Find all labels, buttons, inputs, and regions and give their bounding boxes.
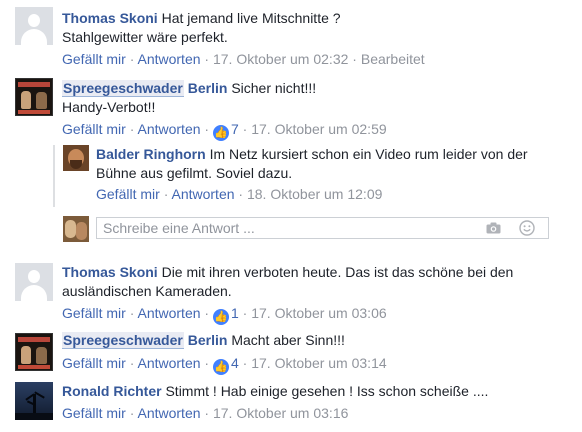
avatar[interactable] (15, 7, 53, 45)
comment-text: Macht aber Sinn!!! (231, 332, 345, 348)
like-count[interactable]: 7 (231, 121, 239, 137)
reply-link[interactable]: Antworten (171, 186, 234, 202)
smiley-icon[interactable] (519, 220, 535, 236)
comment-author-suffix[interactable]: Berlin (188, 80, 228, 96)
comment-author[interactable]: Spreegeschwader (62, 332, 184, 349)
like-link[interactable]: Gefällt mir (62, 51, 126, 67)
comment-timestamp[interactable]: 18. Oktober um 12:09 (247, 186, 382, 202)
reply-link[interactable]: Antworten (137, 51, 200, 67)
comment-text: Stimmt ! Hab einige gesehen ! Iss schon … (165, 383, 489, 399)
comment-author[interactable]: Thomas Skoni (62, 264, 158, 280)
comment-author[interactable]: Ronald Richter (62, 383, 162, 399)
camera-icon[interactable] (486, 222, 501, 234)
comment-body: Ronald Richter Stimmt ! Hab einige geseh… (62, 382, 488, 401)
comment-body: Thomas Skoni Die mit ihren verboten heut… (62, 263, 513, 282)
comment-timestamp[interactable]: 17. Oktober um 02:59 (251, 121, 386, 137)
avatar[interactable] (15, 333, 53, 371)
reply-link[interactable]: Antworten (137, 121, 200, 137)
comment-text-line2: ausländischen Kameraden. (62, 283, 232, 299)
avatar[interactable] (15, 382, 53, 420)
comment-body: Spreegeschwader Berlin Macht aber Sinn!!… (62, 331, 345, 350)
like-count[interactable]: 1 (231, 305, 239, 321)
like-link[interactable]: Gefällt mir (62, 305, 126, 321)
like-count[interactable]: 4 (231, 355, 239, 371)
comment-body: Balder Ringhorn Im Netz kursiert schon e… (96, 145, 528, 164)
comment-actions: Gefällt mir · Antworten · 18. Oktober um… (96, 186, 383, 202)
comment-text-line2: Stahlgewitter wäre perfekt. (62, 29, 228, 45)
comment-timestamp[interactable]: 17. Oktober um 02:32 (213, 51, 348, 67)
comment-author[interactable]: Thomas Skoni (62, 10, 158, 26)
thumbs-up-icon[interactable]: 👍 (212, 309, 229, 325)
comment-actions: Gefällt mir · Antworten · 👍 4 · 17. Oktob… (62, 355, 387, 375)
avatar[interactable] (63, 145, 89, 171)
comment-actions: Gefällt mir · Antworten · 👍 7 · 17. Oktob… (62, 121, 387, 141)
comment-text-line2: Handy-Verbot!! (62, 99, 156, 115)
like-link[interactable]: Gefällt mir (62, 405, 126, 421)
like-link[interactable]: Gefällt mir (62, 121, 126, 137)
reply-thread-line (53, 145, 55, 207)
comment-body: Thomas Skoni Hat jemand live Mitschnitte… (62, 9, 341, 28)
comment-timestamp[interactable]: 17. Oktober um 03:16 (213, 405, 348, 421)
avatar[interactable] (15, 263, 53, 301)
reply-link[interactable]: Antworten (137, 305, 200, 321)
reply-input[interactable]: Schreibe eine Antwort ... (96, 217, 549, 239)
reply-link[interactable]: Antworten (137, 405, 200, 421)
edited-label[interactable]: Bearbeitet (361, 51, 425, 67)
thumbs-up-icon[interactable]: 👍 (212, 359, 229, 375)
comment-author-suffix[interactable]: Berlin (188, 332, 228, 348)
comment-text-line2: Bühne aus gefilmt. Soviel dazu. (96, 165, 293, 181)
comment-actions: Gefällt mir · Antworten · 17. Oktober um… (62, 51, 425, 67)
reply-link[interactable]: Antworten (137, 355, 200, 371)
comment-actions: Gefällt mir · Antworten · 👍 1 · 17. Oktob… (62, 305, 387, 325)
avatar[interactable] (15, 78, 53, 116)
comment-actions: Gefällt mir · Antworten · 17. Oktober um… (62, 405, 349, 421)
comment-text: Im Netz kursiert schon ein Video rum lei… (209, 146, 528, 162)
comment-timestamp[interactable]: 17. Oktober um 03:14 (251, 355, 386, 371)
thumbs-up-icon[interactable]: 👍 (212, 125, 229, 141)
current-user-avatar (63, 216, 89, 242)
comment-text: Sicher nicht!!! (231, 80, 317, 96)
like-link[interactable]: Gefällt mir (96, 186, 160, 202)
comment-author[interactable]: Spreegeschwader (62, 80, 184, 97)
comment-body: Spreegeschwader Berlin Sicher nicht!!! (62, 79, 316, 98)
comment-author[interactable]: Balder Ringhorn (96, 146, 206, 162)
reply-placeholder: Schreibe eine Antwort ... (103, 220, 255, 236)
comment-text: Die mit ihren verboten heute. Das ist da… (161, 264, 514, 280)
comment-timestamp[interactable]: 17. Oktober um 03:06 (251, 305, 386, 321)
comment-text: Hat jemand live Mitschnitte ? (161, 10, 341, 26)
like-link[interactable]: Gefällt mir (62, 355, 126, 371)
